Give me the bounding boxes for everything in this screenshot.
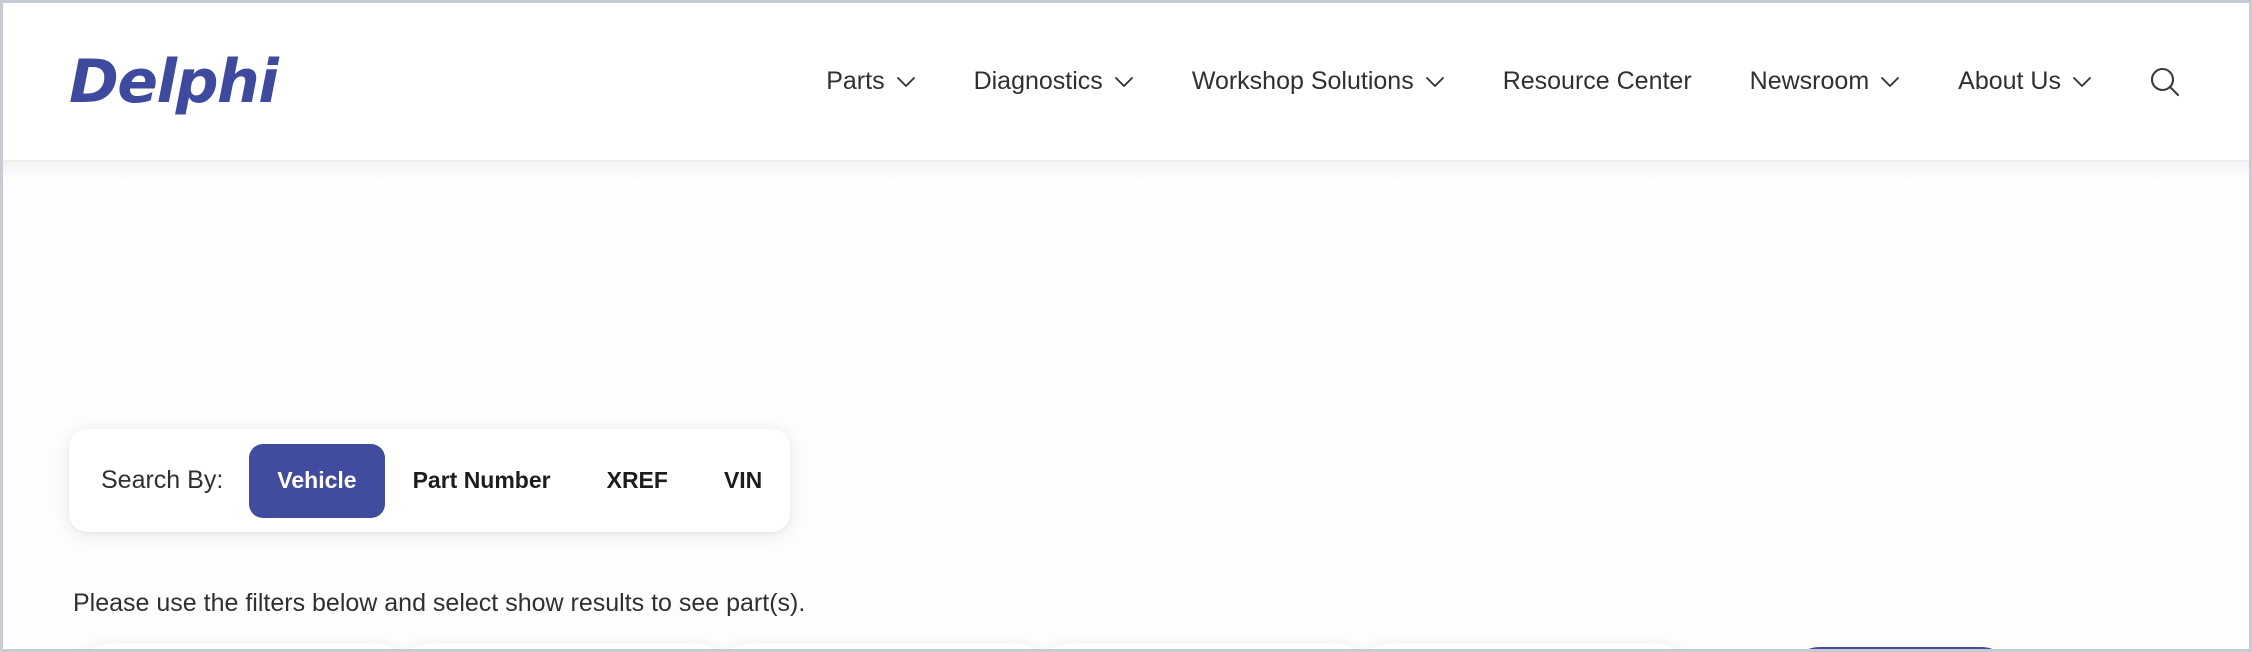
nav-item-label: Newsroom [1749,67,1870,95]
tab-label: VIN [723,467,763,493]
nav-item-label: Parts [826,67,885,95]
nav-item-label: About Us [1958,67,2061,95]
main-navigation: Parts Diagnostics Workshop Solutions Res… [797,60,2249,104]
search-by-card: Search By: Vehicle Part Number XREF VIN [69,429,791,532]
nav-item-label: Resource Center [1502,67,1692,95]
search-icon[interactable] [2143,60,2187,104]
nav-item-parts[interactable]: Parts [797,69,944,94]
vehicle-search-section: Search By: Vehicle Part Number XREF VIN … [3,161,2249,649]
site-header: Delphi Parts Diagnostics Workshop Soluti… [3,3,2249,161]
search-by-label: Search By: [101,466,224,494]
search-by-tabs: Vehicle Part Number XREF VIN [249,429,790,532]
nav-item-newsroom[interactable]: Newsroom [1721,69,1929,94]
tab-part-number[interactable]: Part Number [385,444,579,518]
chevron-down-icon [896,76,916,88]
nav-item-workshop-solutions[interactable]: Workshop Solutions [1163,69,1474,94]
filter-product[interactable]: Product Select the product [1033,643,1373,649]
browser-viewport: Delphi Parts Diagnostics Workshop Soluti… [0,0,2252,652]
filter-year[interactable]: Year Select a year [73,643,413,649]
filter-model[interactable]: Model Select the model [713,643,1053,649]
nav-item-about-us[interactable]: About Us [1929,69,2121,94]
nav-item-label: Diagnostics [973,67,1103,95]
tab-vehicle[interactable]: Vehicle [249,443,385,518]
tab-label: Vehicle [277,467,357,493]
tab-vin[interactable]: VIN [696,444,790,518]
filter-instructions: Please use the filters below and select … [73,589,806,617]
filter-engine-size[interactable]: Engine Size Select engine size [1353,643,1693,649]
chevron-down-icon [1425,76,1445,88]
chevron-down-icon [1880,76,1900,88]
nav-item-resource-center[interactable]: Resource Center [1474,69,1721,94]
tab-label: Part Number [412,467,551,493]
tab-label: XREF [606,467,668,493]
filters-row: Year Select a year Make Select the make … [73,643,2016,649]
nav-item-label: Workshop Solutions [1191,67,1414,95]
tab-xref[interactable]: XREF [579,444,696,518]
show-results-button[interactable]: Show Results [1785,647,2016,649]
nav-item-diagnostics[interactable]: Diagnostics [945,69,1163,94]
chevron-down-icon [1114,76,1134,88]
filter-make[interactable]: Make Select the make [393,643,733,649]
chevron-down-icon [2072,76,2092,88]
delphi-logo[interactable]: Delphi [69,52,279,112]
